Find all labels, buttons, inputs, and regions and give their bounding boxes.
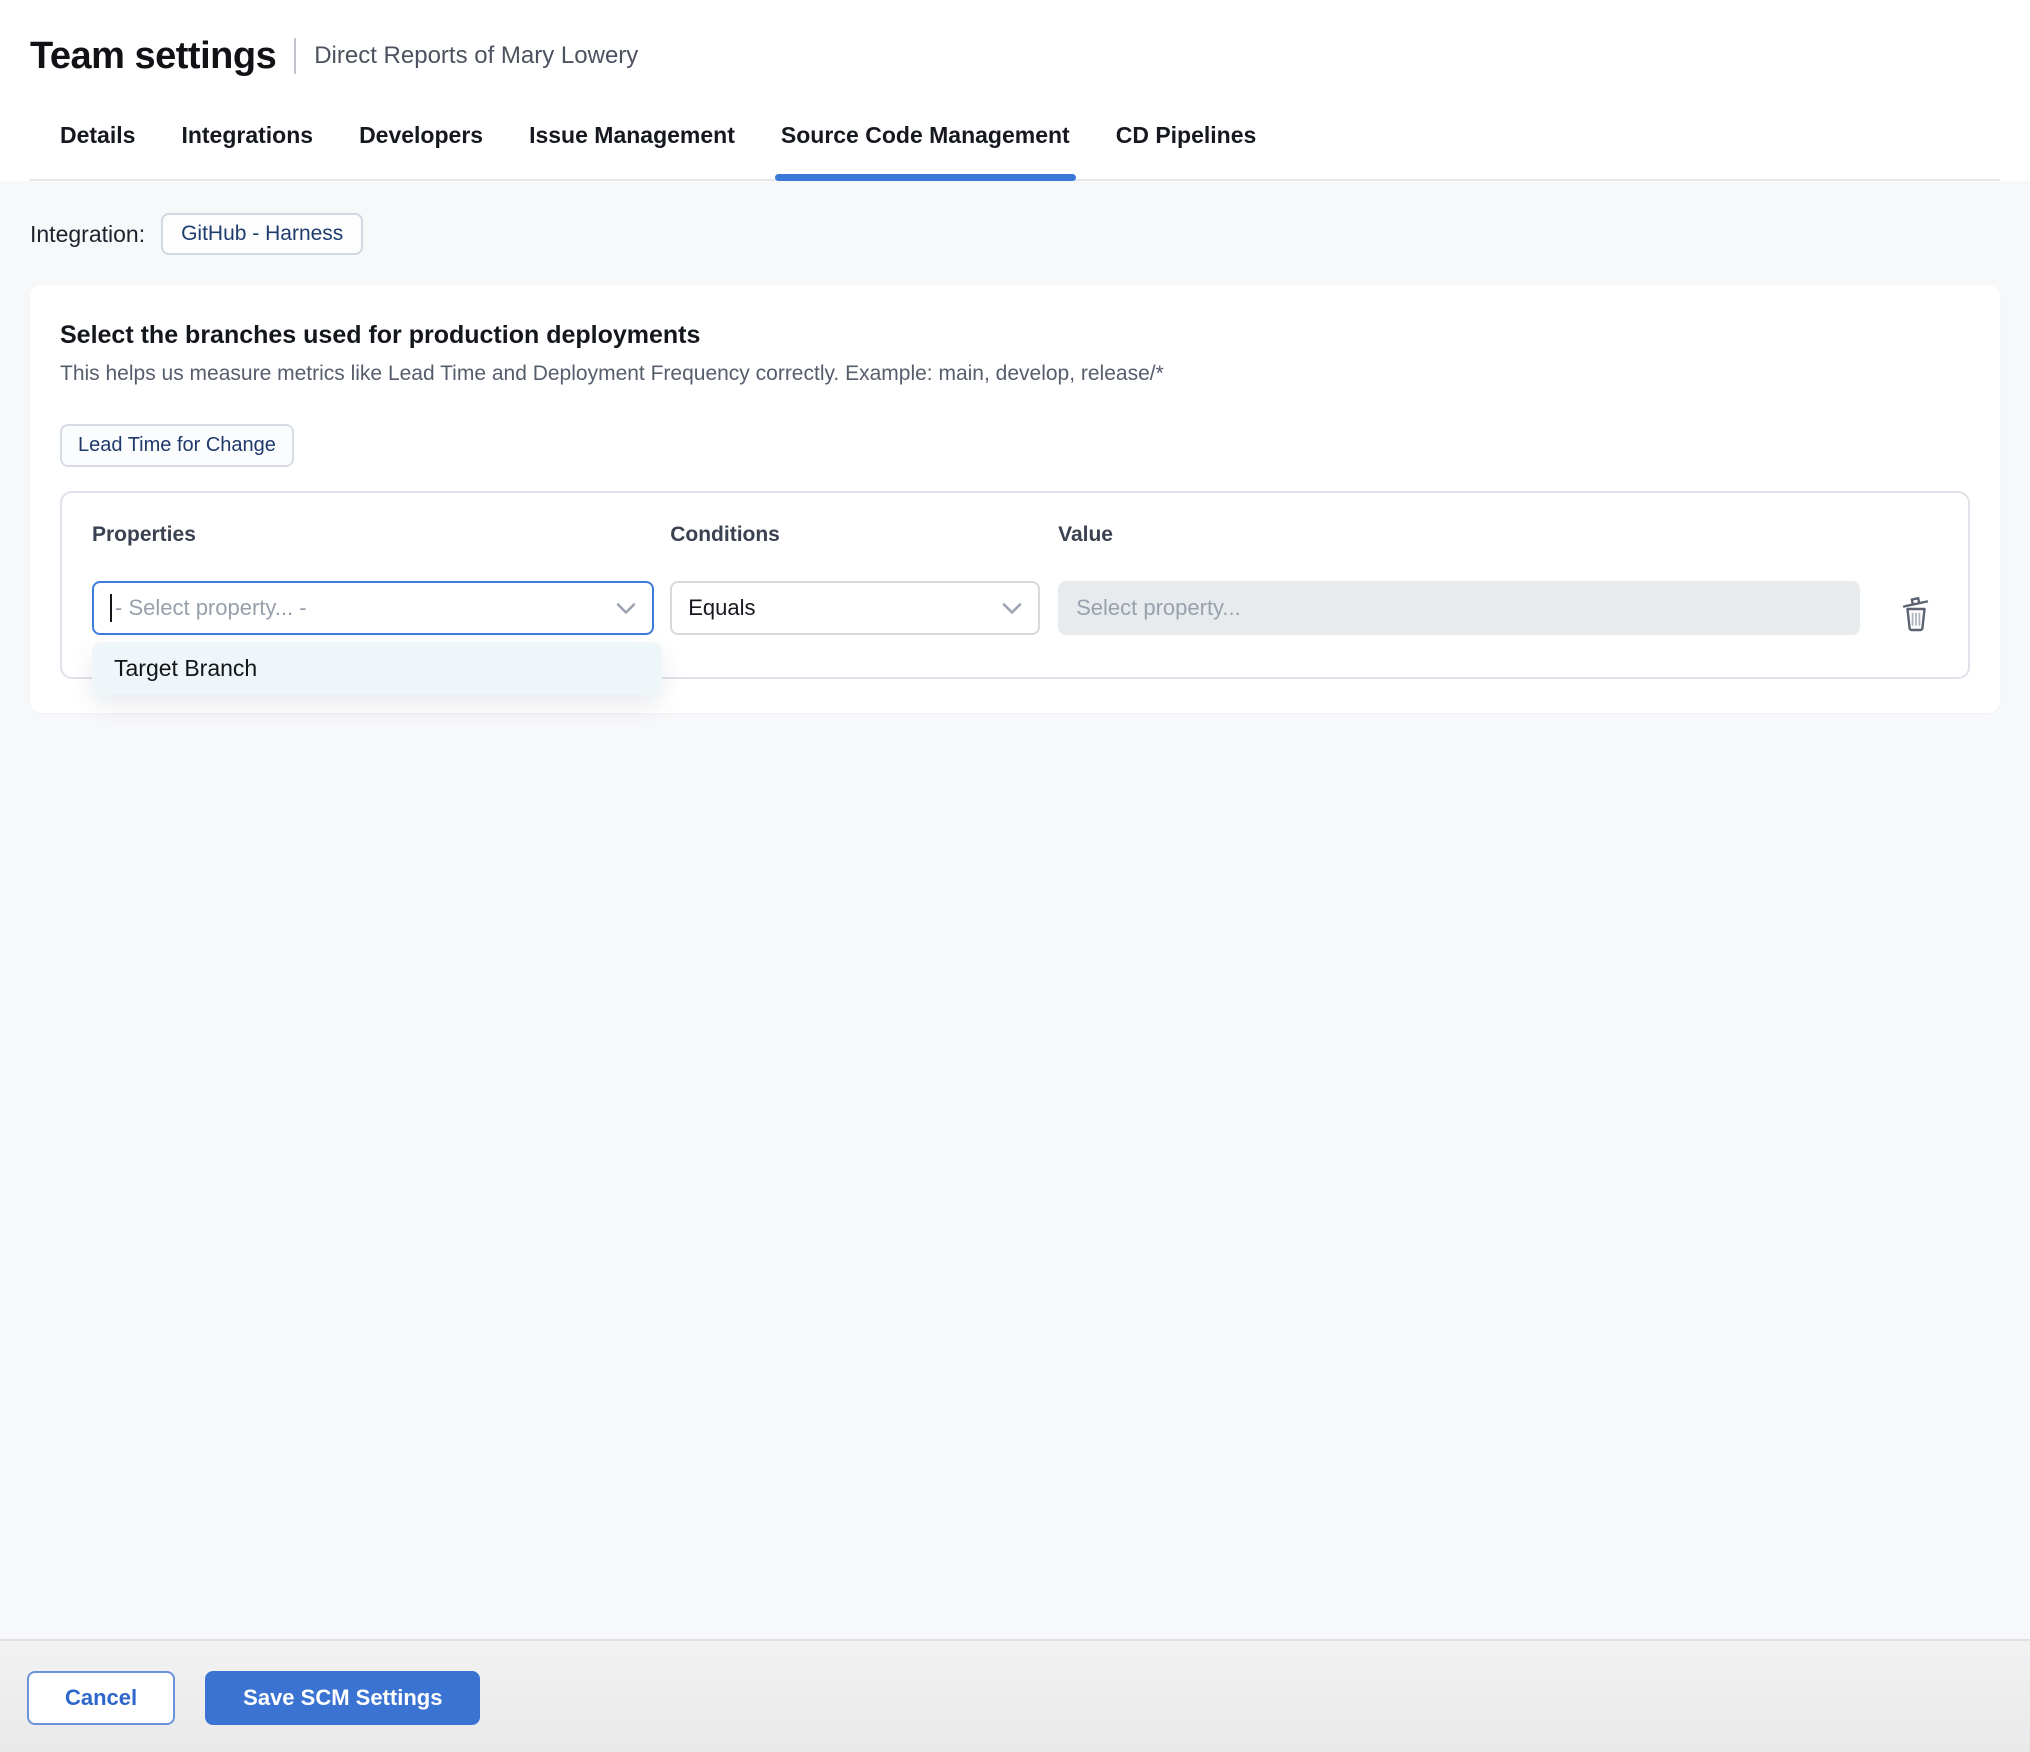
tab-developers[interactable]: Developers — [359, 108, 483, 179]
trash-icon — [1898, 597, 1934, 638]
properties-column: Properties - Select property... - — [92, 523, 655, 635]
tab-label: Source Code Management — [780, 122, 1070, 148]
properties-label: Properties — [92, 523, 196, 546]
title-row: Team settings Direct Reports of Mary Low… — [30, 28, 2000, 84]
property-select-dropdown: Target Branch — [92, 642, 662, 695]
card-description: This helps us measure metrics like Lead … — [60, 362, 1164, 385]
chevron-down-icon — [1002, 602, 1022, 615]
main-content: Integration: GitHub - Harness Select the… — [0, 181, 2030, 713]
integration-badge[interactable]: GitHub - Harness — [161, 213, 364, 255]
delete-rule-button[interactable] — [1894, 589, 1938, 639]
tab-label: Issue Management — [529, 122, 735, 148]
rule-box: Properties - Select property... - Condit… — [60, 491, 1970, 695]
page-subtitle: Direct Reports of Mary Lowery — [314, 42, 639, 69]
card-heading: Select the branches used for production … — [60, 321, 701, 349]
condition-select[interactable]: Equals — [670, 581, 1041, 635]
value-input[interactable] — [1058, 581, 1860, 635]
tab-label: Integrations — [181, 122, 314, 148]
tab-source-code-management[interactable]: Source Code Management — [774, 108, 1076, 181]
chevron-down-icon — [616, 602, 636, 615]
dropdown-option-target-branch[interactable]: Target Branch — [92, 642, 662, 695]
metric-chip-lead-time[interactable]: Lead Time for Change — [60, 424, 294, 467]
value-column: Value — [1058, 523, 1860, 635]
property-select-placeholder: - Select property... - — [115, 595, 307, 620]
cancel-button[interactable]: Cancel — [27, 1671, 176, 1725]
title-divider — [294, 38, 297, 74]
header: Team settings Direct Reports of Mary Low… — [0, 0, 2030, 181]
conditions-label: Conditions — [670, 523, 780, 546]
page-title: Team settings — [30, 34, 277, 77]
conditions-column: Conditions Equals — [670, 523, 1041, 635]
tab-bar: Details Integrations Developers Issue Ma… — [30, 108, 2000, 181]
tab-label: Details — [60, 122, 136, 148]
footer-action-bar: Cancel Save SCM Settings — [0, 1639, 2030, 1752]
text-caret — [110, 594, 112, 622]
branches-card: Select the branches used for production … — [30, 285, 2000, 713]
condition-select-value: Equals — [688, 595, 756, 620]
value-label: Value — [1058, 523, 1113, 546]
tab-active-underline — [774, 174, 1076, 181]
tab-label: Developers — [359, 122, 484, 148]
property-select[interactable]: - Select property... - — [92, 581, 655, 635]
team-settings-page: Team settings Direct Reports of Mary Low… — [0, 0, 2030, 1752]
integration-label: Integration: — [30, 220, 146, 247]
tab-integrations[interactable]: Integrations — [181, 108, 313, 179]
save-scm-settings-button[interactable]: Save SCM Settings — [205, 1671, 481, 1725]
tab-issue-management[interactable]: Issue Management — [529, 108, 735, 179]
rule-grid: Properties - Select property... - Condit… — [92, 523, 1938, 639]
tab-cd-pipelines[interactable]: CD Pipelines — [1116, 108, 1257, 179]
integration-row: Integration: GitHub - Harness — [30, 213, 2000, 255]
tab-label: CD Pipelines — [1115, 122, 1257, 148]
tab-details[interactable]: Details — [60, 108, 135, 179]
